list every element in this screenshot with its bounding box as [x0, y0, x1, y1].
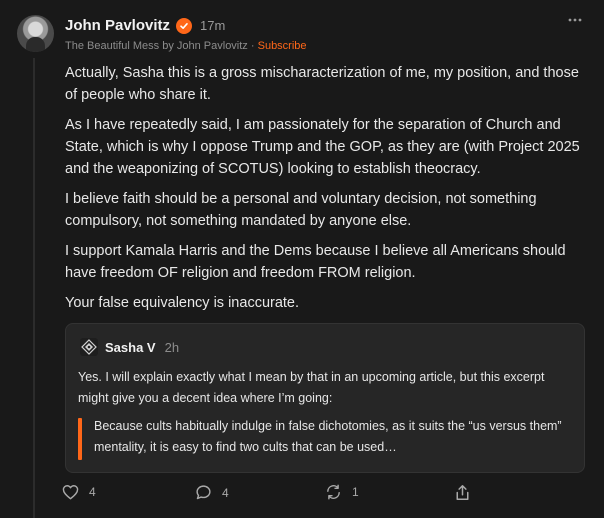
quoted-excerpt-text: Because cults habitually indulge in fals…: [94, 419, 562, 454]
quoted-author-name[interactable]: Sasha V: [105, 340, 156, 355]
author-name[interactable]: John Pavlovitz: [65, 17, 170, 34]
separator: ·: [250, 40, 255, 52]
thread-line: [33, 58, 35, 518]
comment-button[interactable]: 4: [195, 484, 229, 501]
action-bar: 4 4 1: [62, 484, 482, 504]
like-count: 4: [89, 485, 96, 499]
quoted-author-avatar-icon[interactable]: [80, 338, 98, 356]
quoted-note-timestamp: 2h: [164, 339, 180, 355]
publication-line: The Beautiful Mess by John Pavlovitz · S…: [65, 40, 307, 52]
author-avatar[interactable]: [17, 15, 54, 52]
note-paragraph: Actually, Sasha this is a gross mischara…: [65, 65, 579, 103]
note-paragraph: Your false equivalency is inaccurate.: [65, 295, 300, 311]
note-timestamp[interactable]: 17m: [200, 18, 225, 33]
note-header: John Pavlovitz 17m: [65, 17, 225, 34]
restack-icon: [325, 484, 342, 500]
like-button[interactable]: 4: [62, 484, 96, 500]
note-paragraph: I believe faith should be a personal and…: [65, 191, 537, 229]
restack-count: 1: [352, 485, 359, 499]
quoted-excerpt: Because cults habitually indulge in fals…: [78, 416, 582, 460]
note-paragraph: I support Kamala Harris and the Dems bec…: [65, 243, 566, 281]
comment-count: 4: [222, 485, 229, 500]
quoted-note-header: Sasha V 2h: [80, 338, 179, 356]
comment-bubble-icon: [195, 484, 212, 501]
restack-button[interactable]: 1: [325, 484, 359, 500]
share-button[interactable]: [455, 484, 470, 501]
publication-name[interactable]: The Beautiful Mess by John Pavlovitz: [65, 40, 248, 52]
share-icon: [455, 484, 470, 501]
note-body: Actually, Sasha this is a gross mischara…: [65, 62, 585, 322]
quoted-note-card[interactable]: Sasha V 2h Yes. I will explain exactly w…: [65, 323, 585, 473]
verified-badge-icon: [176, 17, 193, 34]
heart-icon: [62, 484, 79, 500]
note-paragraph: As I have repeatedly said, I am passiona…: [65, 117, 580, 177]
excerpt-accent-bar: [78, 418, 82, 460]
subscribe-link[interactable]: Subscribe: [258, 40, 307, 52]
quoted-note-text: Yes. I will explain exactly what I mean …: [78, 370, 545, 405]
more-options-icon[interactable]: [568, 18, 582, 22]
